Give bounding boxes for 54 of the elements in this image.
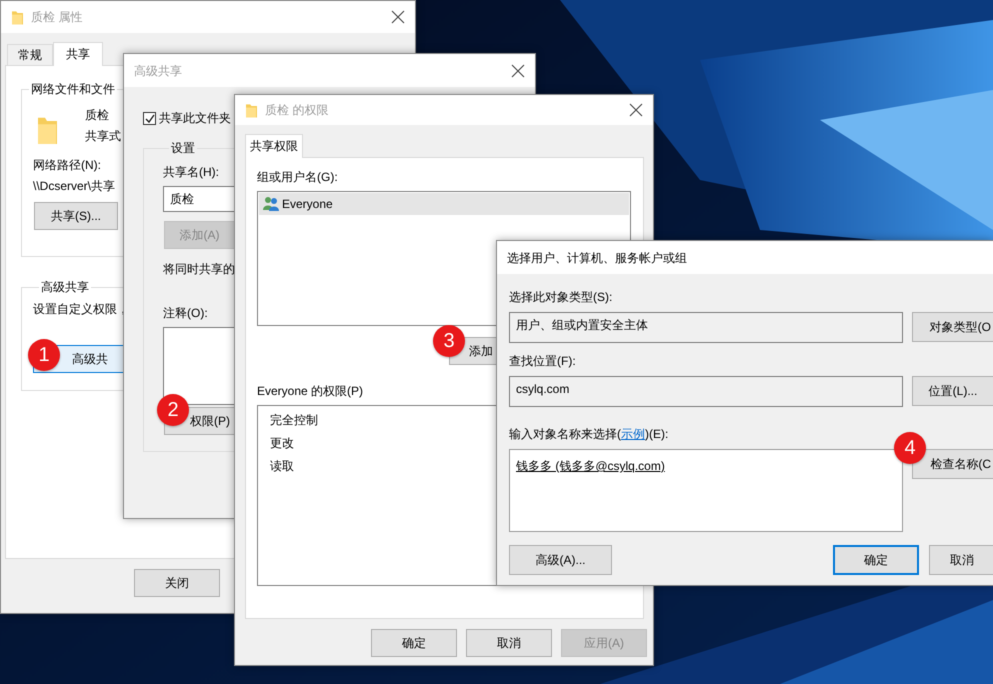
object-types-button[interactable]: 对象类型(O [912,312,993,342]
checkbox-label: 共享此文件夹 [159,110,231,126]
dialog-button[interactable]: 确定 [833,545,919,575]
locations-button[interactable]: 位置(L)... [912,376,993,406]
check-icon [144,112,155,124]
dialog-button[interactable]: 高级(A)... [509,545,612,575]
field-label: 查找位置(F): [509,353,576,369]
users-icon [263,196,279,212]
description-text: 将同时共享的 [163,261,235,277]
close-icon[interactable] [629,103,643,117]
user-row[interactable]: Everyone [259,193,629,215]
location-field: csylq.com [509,376,903,407]
field-label: 选择此对象类型(S): [509,289,612,305]
object-names-field[interactable]: 钱多多 (钱多多@csylq.com) [509,449,903,532]
folder-icon [245,102,257,118]
share-name-field[interactable]: 质检 [163,186,234,212]
step-badge: 1 [28,339,60,371]
examples-link[interactable]: 示例 [621,427,645,441]
close-icon[interactable] [511,64,525,78]
tab[interactable]: 共享权限 [245,134,303,158]
permission-name: 读取 [270,458,294,474]
dialog-button[interactable]: 确定 [371,629,457,657]
window-title: 选择用户、计算机、服务帐户或组 [507,250,687,266]
field-label: Everyone 的权限(P) [257,383,364,399]
folder-name: 质检 [85,107,110,123]
close-icon[interactable] [391,10,405,24]
field-label: 输入对象名称来选择(示例)(E): [509,426,668,442]
permission-name: 完全控制 [270,412,318,428]
field-label: 注释(O): [163,305,208,321]
window-title: 质检 的权限 [265,102,328,118]
network-path: \\Dcserver\共享 [33,178,116,194]
tab[interactable]: 共享 [53,42,103,66]
window-title: 质检 属性 [31,9,82,25]
user-name: Everyone [282,196,333,212]
field-label: 组或用户名(G): [257,169,338,185]
window-title: 高级共享 [134,62,182,78]
group-title: 高级共享 [41,279,89,295]
folder-icon [11,9,23,25]
permission-name: 更改 [270,435,294,451]
tab[interactable]: 常规 [7,44,53,65]
dialog-button[interactable]: 取消 [466,629,552,657]
field-label: 共享名(H): [163,164,219,180]
group-title: 设置 [171,140,195,156]
share-button[interactable]: 共享(S)... [34,202,118,230]
share-status: 共享式 [85,128,121,144]
object-type-field: 用户、组或内置安全主体 [509,312,903,343]
field-label: 网络路径(N): [33,157,101,173]
close-button[interactable]: 关闭 [134,569,220,597]
step-badge: 3 [433,325,465,357]
object-name: 钱多多 (钱多多@csylq.com) [516,459,665,473]
dialog-button[interactable]: 取消 [929,545,993,575]
step-badge: 4 [894,432,926,464]
group-title: 网络文件和文件 [31,81,115,97]
checkbox[interactable] [143,112,156,124]
